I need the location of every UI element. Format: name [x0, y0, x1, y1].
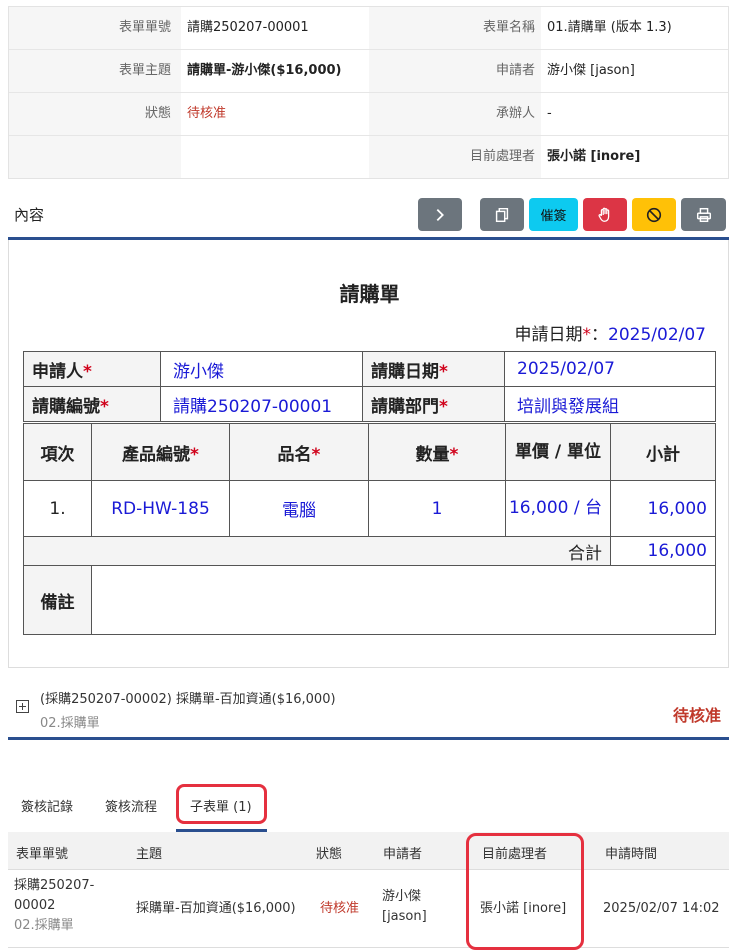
subform-no[interactable]: 採購250207- 00002 02.採購單	[14, 876, 94, 936]
current-handler-value: 張小諾 [inore]	[541, 136, 728, 178]
applicant-cell: 申請人*	[23, 351, 161, 387]
info-row: 目前處理者 張小諾 [inore]	[9, 136, 728, 179]
col-name: 品名*	[229, 423, 369, 481]
form-no-label: 表單單號	[118, 20, 171, 35]
req-date-cell: 請購日期*	[362, 351, 505, 387]
info-row: 表單單號 請購250207-00001 表單名稱 01.請購單 (版本 1.3)	[9, 7, 728, 50]
applicant-field[interactable]: 游小傑	[160, 351, 363, 387]
subform-status: 待核准	[320, 901, 360, 916]
note-label: 備註	[23, 565, 92, 635]
apply-date-value: 2025/02/07	[608, 325, 706, 345]
handler-highlight-box	[466, 833, 584, 950]
form-name-value: 01.請購單 (版本 1.3)	[541, 7, 728, 49]
form-name-label: 表單名稱	[482, 20, 535, 35]
hand-icon	[598, 207, 610, 222]
req-date-field[interactable]: 2025/02/07	[504, 351, 716, 387]
subject-value: 請購單-游小傑($16,000)	[181, 50, 369, 92]
status-label: 狀態	[144, 106, 171, 121]
note-field[interactable]	[91, 565, 716, 635]
col-qty: 數量*	[368, 423, 506, 481]
col-apply-time: 申請時間	[605, 847, 658, 862]
empty-label	[9, 136, 171, 178]
form-no-value: 請購250207-00001	[181, 7, 369, 49]
related-form-type: 02.採購單	[40, 716, 100, 731]
urge-sign-button[interactable]: 催簽	[529, 198, 578, 231]
item-unit-price[interactable]: 16,000 / 台	[505, 480, 611, 537]
copy-icon	[495, 207, 509, 222]
tab-sign-records[interactable]: 簽核記錄	[21, 796, 73, 815]
apply-date-label: 申請日期	[514, 325, 583, 345]
current-handler-label: 目前處理者	[469, 149, 535, 164]
apply-date: 申請日期*：2025/02/07	[514, 325, 706, 345]
header-fields-table: 申請人* 游小傑 請購日期* 2025/02/07 請購編號* 請購250207…	[23, 351, 716, 422]
item-subtotal: 16,000	[610, 480, 716, 537]
next-button[interactable]	[418, 198, 462, 231]
tab-highlight-box	[176, 784, 267, 824]
status-value: 待核准	[181, 93, 369, 135]
expand-plus-icon[interactable]	[16, 700, 29, 713]
item-no: 1.	[23, 480, 92, 537]
form-info-table: 表單單號 請購250207-00001 表單名稱 01.請購單 (版本 1.3)…	[8, 6, 729, 179]
dept-field[interactable]: 培訓與發展組	[504, 386, 716, 422]
col-form-no: 表單單號	[16, 847, 69, 862]
items-table: 項次 產品編號* 品名* 數量* 單價 / 單位 小計 1. RD-HW-185…	[23, 423, 716, 635]
total-value: 16,000	[610, 536, 716, 566]
col-applicant: 申請者	[383, 847, 423, 862]
content-section-title: 內容	[14, 206, 45, 224]
chevron-right-icon	[436, 208, 444, 221]
col-unit-price: 單價 / 單位	[505, 423, 611, 481]
printer-icon	[696, 207, 711, 222]
subforms-table-header: 表單單號 主題 狀態 申請者 目前處理者 申請時間	[8, 832, 729, 870]
col-item: 項次	[23, 423, 92, 481]
total-label: 合計	[23, 536, 611, 566]
col-subject: 主題	[136, 847, 163, 862]
related-form-title[interactable]: (採購250207-00002) 採購單-百加資通($16,000)	[40, 688, 336, 707]
form-title: 請購單	[339, 282, 400, 306]
ban-icon	[646, 207, 662, 222]
item-qty[interactable]: 1	[368, 480, 506, 537]
related-divider	[8, 737, 729, 740]
copy-button[interactable]	[480, 198, 524, 231]
subform-subject[interactable]: 採購單-百加資通($16,000)	[136, 899, 296, 919]
form-panel: 請購單 申請日期*：2025/02/07 申請人* 游小傑 請購日期* 2025…	[8, 240, 729, 668]
tab-sign-flow[interactable]: 簽核流程	[105, 796, 157, 815]
req-no-field[interactable]: 請購250207-00001	[160, 386, 363, 422]
req-no-cell: 請購編號*	[23, 386, 161, 422]
subform-apply-time: 2025/02/07 14:02	[603, 901, 720, 916]
related-form-status: 待核准	[672, 706, 721, 725]
apply-date-colon: ：	[591, 325, 609, 345]
info-row: 表單主題 請購單-游小傑($16,000) 申請者 游小傑 [jason]	[9, 50, 728, 93]
subforms-table-row[interactable]: 採購250207- 00002 02.採購單 採購單-百加資通($16,000)…	[8, 870, 729, 948]
related-form-row: (採購250207-00002) 採購單-百加資通($16,000) 02.採購…	[8, 682, 729, 737]
item-row: 1. RD-HW-185 電腦 1 16,000 / 台 16,000	[23, 480, 716, 537]
print-button[interactable]	[681, 198, 726, 231]
item-name[interactable]: 電腦	[229, 480, 369, 537]
empty-value	[181, 136, 369, 178]
col-subtotal: 小計	[610, 423, 716, 481]
col-product-no: 產品編號*	[91, 423, 230, 481]
handler-label: 承辦人	[495, 106, 535, 121]
subject-label: 表單主題	[118, 63, 171, 78]
item-product-no[interactable]: RD-HW-185	[91, 480, 230, 537]
stop-hand-button[interactable]	[583, 198, 627, 231]
col-status: 狀態	[316, 847, 343, 862]
cancel-button[interactable]	[632, 198, 676, 231]
subform-type: 02.採購單	[14, 918, 74, 933]
info-row: 狀態 待核准 承辦人 -	[9, 93, 728, 136]
dept-cell: 請購部門*	[362, 386, 505, 422]
applicant-value: 游小傑 [jason]	[541, 50, 728, 92]
subform-applicant: 游小傑 [jason]	[382, 889, 427, 924]
applicant-label: 申請者	[495, 63, 535, 78]
handler-value: -	[541, 93, 728, 135]
